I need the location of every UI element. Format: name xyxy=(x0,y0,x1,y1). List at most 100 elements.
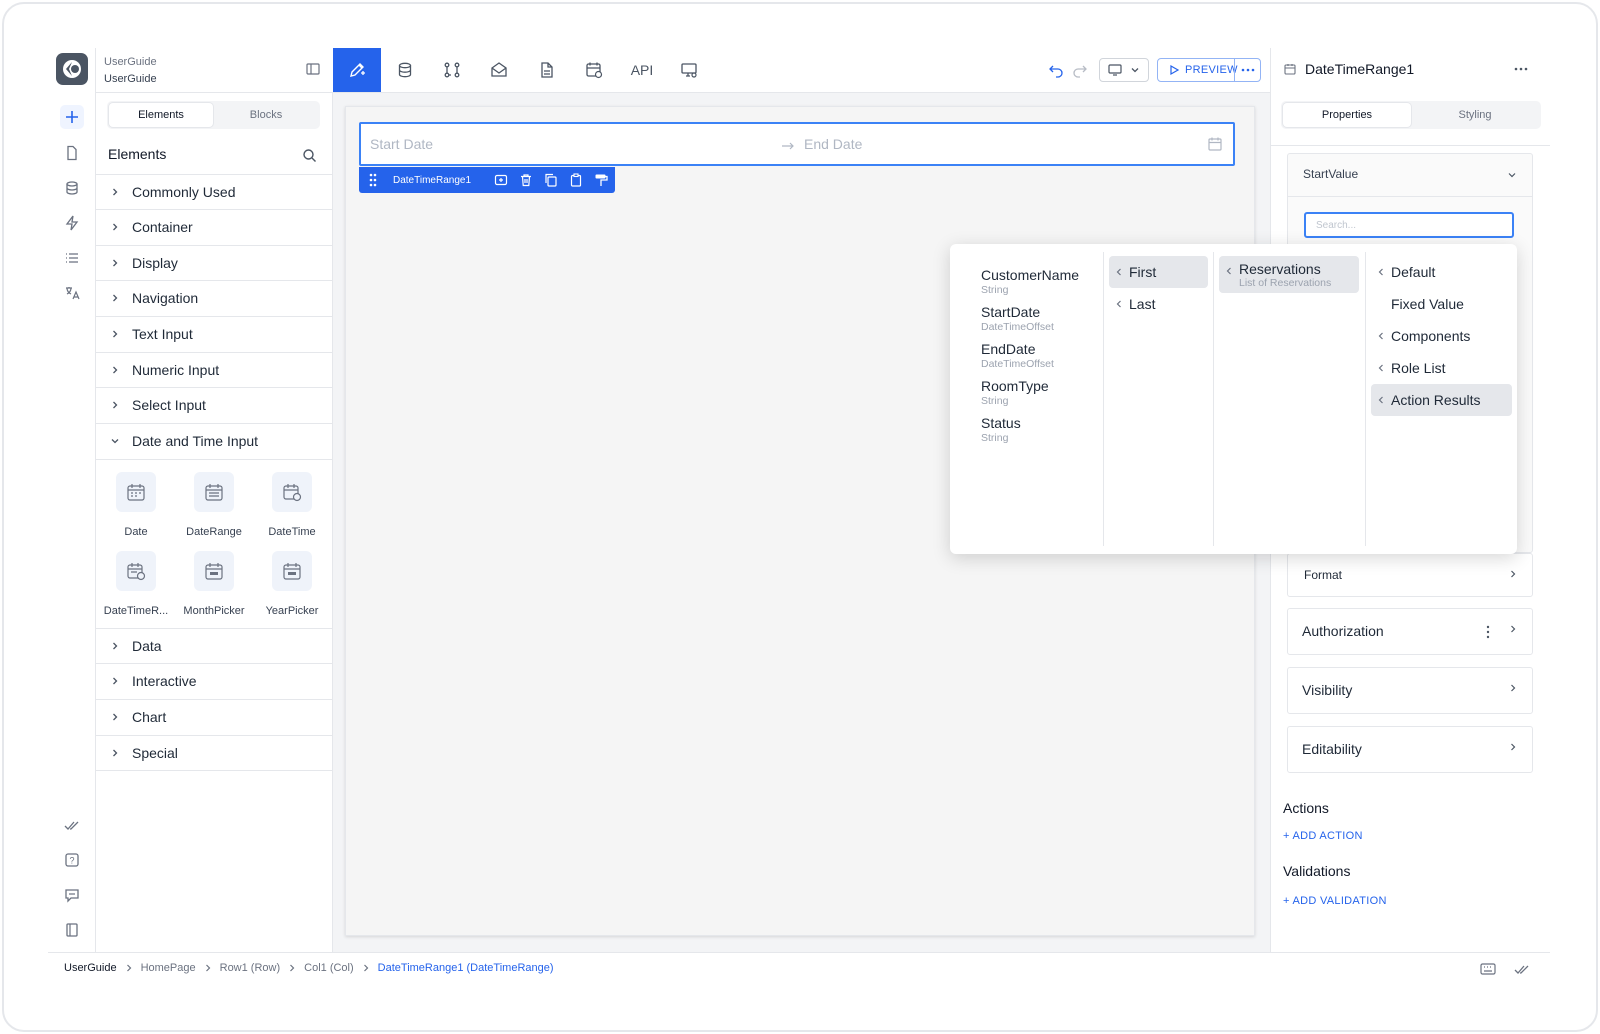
preview-button[interactable]: PREVIEW xyxy=(1157,58,1261,82)
api-tool[interactable]: API xyxy=(618,48,666,92)
data-source-icon[interactable] xyxy=(381,48,429,92)
field-item[interactable]: CustomerName String xyxy=(981,267,1079,296)
format-section[interactable]: Format xyxy=(1287,553,1533,597)
tab-elements[interactable]: Elements xyxy=(109,103,213,127)
breadcrumb-item[interactable]: UserGuide xyxy=(64,962,117,974)
category-select-input[interactable]: Select Input xyxy=(96,387,332,422)
category-data[interactable]: Data xyxy=(96,628,332,663)
breadcrumb-item[interactable]: HomePage xyxy=(141,962,196,974)
chat-icon[interactable] xyxy=(60,883,84,907)
datetime-range-input[interactable]: Start Date End Date xyxy=(359,122,1235,166)
chevron-right-icon xyxy=(96,400,132,410)
option-reservations[interactable]: Reservations List of Reservations xyxy=(1219,256,1359,293)
kebab-menu-icon[interactable] xyxy=(1486,625,1490,639)
double-check-icon[interactable] xyxy=(60,813,84,837)
component-label: YearPicker xyxy=(265,605,319,617)
field-item[interactable]: RoomType String xyxy=(981,378,1049,407)
translate-icon[interactable] xyxy=(60,281,84,305)
field-item[interactable]: Status String xyxy=(981,415,1021,444)
breadcrumb-current[interactable]: DateTimeRange1 (DateTimeRange) xyxy=(378,962,554,974)
app-logo[interactable] xyxy=(56,53,88,85)
option-last[interactable]: Last xyxy=(1109,288,1208,320)
component-datetime[interactable]: DateTime xyxy=(254,472,330,538)
option-components[interactable]: Components xyxy=(1371,320,1512,352)
field-item[interactable]: StartDate DateTimeOffset xyxy=(981,304,1054,333)
tab-styling[interactable]: Styling xyxy=(1411,103,1539,127)
document-icon[interactable] xyxy=(523,48,571,92)
list-icon[interactable] xyxy=(60,246,84,270)
search-icon[interactable] xyxy=(302,148,317,163)
category-interactive[interactable]: Interactive xyxy=(96,663,332,698)
paint-roller-icon[interactable] xyxy=(588,173,613,187)
category-text-input[interactable]: Text Input xyxy=(96,316,332,351)
category-label: Display xyxy=(132,255,178,271)
category-label: Numeric Input xyxy=(132,362,220,378)
book-icon[interactable] xyxy=(60,918,84,942)
email-icon[interactable] xyxy=(475,48,523,92)
editability-section[interactable]: Editability xyxy=(1287,726,1533,773)
component-daterange[interactable]: DateRange xyxy=(176,472,252,538)
add-component-icon[interactable] xyxy=(488,173,513,187)
page-icon[interactable] xyxy=(60,141,84,165)
component-datetimerange[interactable]: DateTimeR... xyxy=(98,551,174,617)
more-options-icon[interactable] xyxy=(1514,67,1528,71)
designer-tool[interactable] xyxy=(333,48,381,92)
add-icon[interactable] xyxy=(60,105,84,129)
scheduler-icon[interactable] xyxy=(570,48,618,92)
category-navigation[interactable]: Navigation xyxy=(96,280,332,315)
option-role-list[interactable]: Role List xyxy=(1371,352,1512,384)
category-chart[interactable]: Chart xyxy=(96,699,332,734)
help-icon[interactable]: ? xyxy=(60,848,84,872)
breadcrumb-item[interactable]: Col1 (Col) xyxy=(304,962,354,974)
double-check-icon[interactable] xyxy=(1514,962,1530,976)
more-options-icon[interactable] xyxy=(1234,58,1260,82)
category-label: Text Input xyxy=(132,326,193,342)
panel-toggle-icon[interactable] xyxy=(305,61,321,77)
component-label: DateTime xyxy=(268,526,316,538)
category-special[interactable]: Special xyxy=(96,735,332,770)
undo-icon[interactable] xyxy=(1048,62,1064,78)
redo-icon[interactable] xyxy=(1072,62,1088,78)
category-container[interactable]: Container xyxy=(96,209,332,244)
start-date-placeholder: Start Date xyxy=(370,136,434,152)
workflow-icon[interactable] xyxy=(428,48,476,92)
breadcrumb: UserGuide HomePage Row1 (Row) Col1 (Col)… xyxy=(64,962,554,974)
paste-icon[interactable] xyxy=(563,173,588,187)
drag-handle-icon[interactable] xyxy=(363,173,383,187)
authorization-section[interactable]: Authorization xyxy=(1287,608,1533,655)
option-action-results[interactable]: Action Results xyxy=(1371,384,1512,416)
copy-icon[interactable] xyxy=(538,173,563,187)
database-icon[interactable] xyxy=(60,176,84,200)
category-numeric-input[interactable]: Numeric Input xyxy=(96,352,332,387)
option-fixed-value[interactable]: Fixed Value xyxy=(1371,288,1512,320)
properties-tabs: Properties Styling xyxy=(1281,101,1541,129)
component-yearpicker[interactable]: YearPicker xyxy=(254,551,330,617)
category-label: Data xyxy=(132,638,162,654)
delete-icon[interactable] xyxy=(513,173,538,187)
monitor-settings-icon[interactable] xyxy=(665,48,713,92)
component-monthpicker[interactable]: MonthPicker xyxy=(176,551,252,617)
option-default[interactable]: Default xyxy=(1371,256,1512,288)
lightning-icon[interactable] xyxy=(60,211,84,235)
category-commonly-used[interactable]: Commonly Used xyxy=(96,174,332,209)
section-label: Authorization xyxy=(1302,623,1384,639)
keyboard-icon[interactable] xyxy=(1480,962,1496,976)
component-date[interactable]: Date xyxy=(98,472,174,538)
chevron-down-icon[interactable] xyxy=(1507,170,1517,180)
add-validation-link[interactable]: + ADD VALIDATION xyxy=(1283,895,1387,907)
elements-heading: Elements xyxy=(108,146,167,162)
field-item[interactable]: EndDate DateTimeOffset xyxy=(981,341,1054,370)
value-search-input[interactable]: Search... xyxy=(1304,212,1514,238)
breadcrumb-item[interactable]: Row1 (Row) xyxy=(220,962,281,974)
device-select[interactable] xyxy=(1099,58,1149,82)
chevron-left-icon xyxy=(1371,395,1391,405)
visibility-section[interactable]: Visibility xyxy=(1287,667,1533,714)
category-display[interactable]: Display xyxy=(96,245,332,280)
option-first[interactable]: First xyxy=(1109,256,1208,288)
add-action-link[interactable]: + ADD ACTION xyxy=(1283,830,1363,842)
tab-properties[interactable]: Properties xyxy=(1283,103,1411,127)
calendar-icon[interactable] xyxy=(1207,136,1223,152)
start-value-label[interactable]: StartValue xyxy=(1303,167,1358,181)
category-date-time-input[interactable]: Date and Time Input xyxy=(96,423,332,458)
tab-blocks[interactable]: Blocks xyxy=(214,103,318,127)
